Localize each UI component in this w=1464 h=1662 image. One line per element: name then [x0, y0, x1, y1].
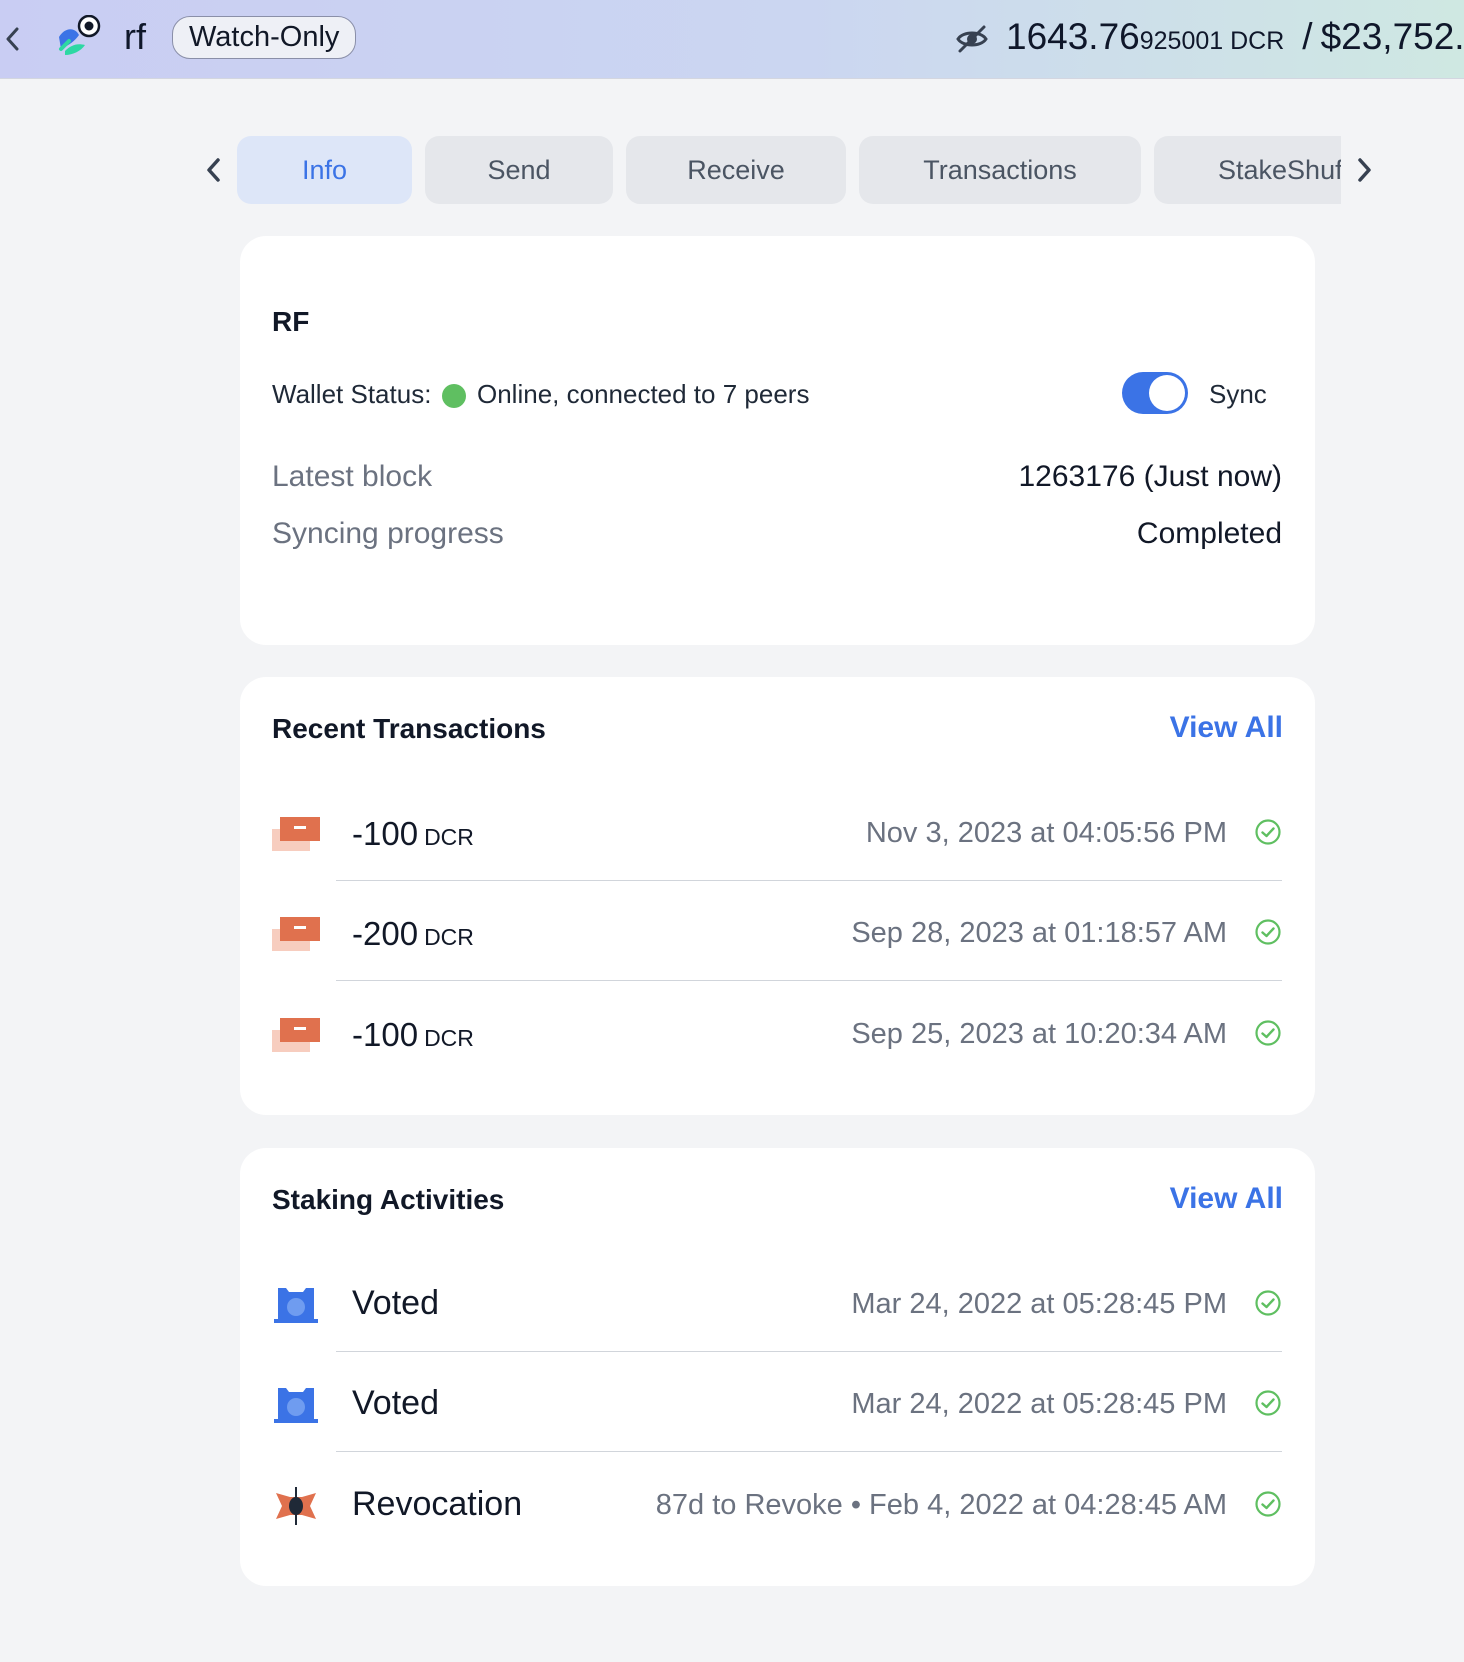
- amount-value: -200: [352, 915, 419, 952]
- confirmed-check-icon: [1255, 819, 1281, 845]
- balance-separator: /: [1302, 16, 1313, 57]
- staking-row[interactable]: Voted Mar 24, 2022 at 05:28:45 PM: [272, 1352, 1282, 1452]
- row-divider: [336, 980, 1282, 981]
- tab-stakeshuffle[interactable]: StakeShuffle: [1154, 136, 1341, 204]
- staking-date: Mar 24, 2022 at 05:28:45 PM: [851, 1388, 1227, 1420]
- eye-off-icon[interactable]: [955, 22, 989, 56]
- amount-value: -100: [352, 1016, 419, 1053]
- total-balance: 1643.76925001 DCR /$23,752.4: [1006, 16, 1464, 58]
- balance-main: 1643.76: [1006, 16, 1140, 57]
- tabs-scroll-right-button[interactable]: [1350, 154, 1380, 186]
- transaction-amount: -100 DCR: [352, 815, 474, 853]
- sync-toggle-knob: [1149, 375, 1185, 411]
- tab-receive[interactable]: Receive: [626, 136, 846, 204]
- transaction-date: Sep 25, 2023 at 10:20:34 AM: [851, 1018, 1227, 1050]
- wallet-status-row: Wallet Status: Online, connected to 7 pe…: [272, 371, 1282, 421]
- confirmed-check-icon: [1255, 1290, 1281, 1316]
- amount-value: -100: [352, 815, 419, 852]
- transaction-date: Nov 3, 2023 at 04:05:56 PM: [865, 817, 1227, 849]
- view-all-staking-link[interactable]: View All: [1170, 1182, 1283, 1216]
- tabs-strip: Info Send Receive Transactions StakeShuf…: [237, 136, 1341, 204]
- transaction-amount: -100 DCR: [352, 1016, 474, 1054]
- syncing-progress-value: Completed: [1136, 517, 1282, 550]
- balance-decimals: 925001 DCR: [1139, 27, 1285, 55]
- wallet-name: rf: [124, 16, 146, 57]
- chevron-right-icon: [1358, 158, 1371, 182]
- row-divider: [336, 1451, 1282, 1452]
- watch-only-wallet-icon: [59, 15, 101, 55]
- recent-transactions-card: Recent Transactions View All -100 DCR Nov…: [240, 677, 1315, 1115]
- confirmed-check-icon: [1255, 1020, 1281, 1046]
- latest-block-row: Latest block 1263176 (Just now): [272, 460, 1282, 500]
- wallet-card-title: RF: [272, 306, 310, 337]
- transaction-row[interactable]: -100 DCR Nov 3, 2023 at 04:05:56 PM: [272, 781, 1282, 881]
- staking-activities-title: Staking Activities: [272, 1184, 505, 1215]
- tab-send[interactable]: Send: [425, 136, 613, 204]
- revoke-icon: [276, 1487, 316, 1525]
- amount-unit: DCR: [424, 1025, 474, 1051]
- wallet-status-text: Online, connected to 7 peers: [477, 379, 810, 409]
- transaction-date: Sep 28, 2023 at 01:18:57 AM: [851, 917, 1227, 949]
- sync-toggle[interactable]: [1122, 372, 1188, 414]
- transaction-row[interactable]: -100 DCR Sep 25, 2023 at 10:20:34 AM: [272, 982, 1282, 1082]
- wallet-tabs: Info Send Receive Transactions StakeShuf…: [0, 136, 1464, 204]
- watch-only-badge: Watch-Only: [172, 16, 357, 59]
- transaction-row[interactable]: -200 DCR Sep 28, 2023 at 01:18:57 AM: [272, 881, 1282, 981]
- wallet-info-card: RF Wallet Status: Online, connected to 7…: [240, 236, 1315, 645]
- chevron-left-icon: [207, 158, 220, 182]
- amount-unit: DCR: [424, 924, 474, 950]
- tabs-scroll-left-button[interactable]: [198, 154, 228, 186]
- chevron-left-icon: [6, 27, 19, 51]
- staking-date: 87d to Revoke • Feb 4, 2022 at 04:28:45 …: [655, 1489, 1227, 1521]
- send-icon: [272, 817, 320, 851]
- send-icon: [272, 917, 320, 951]
- staking-row[interactable]: Revocation 87d to Revoke • Feb 4, 2022 a…: [272, 1453, 1282, 1553]
- staking-date: Mar 24, 2022 at 05:28:45 PM: [851, 1288, 1227, 1320]
- recent-transactions-title: Recent Transactions: [272, 713, 546, 744]
- latest-block-value: 1263176 (Just now): [1018, 460, 1283, 493]
- amount-unit: DCR: [424, 824, 474, 850]
- view-all-transactions-link[interactable]: View All: [1170, 711, 1283, 745]
- staking-activities-card: Staking Activities View All Voted Mar 24…: [240, 1148, 1315, 1586]
- sync-label: Sync: [1209, 379, 1267, 409]
- confirmed-check-icon: [1255, 1390, 1281, 1416]
- balance-usd: $23,752.4: [1320, 16, 1464, 57]
- confirmed-check-icon: [1255, 1491, 1281, 1517]
- staking-label: Voted: [352, 1384, 439, 1422]
- vote-icon: [274, 1388, 318, 1423]
- tab-transactions[interactable]: Transactions: [859, 136, 1141, 204]
- tab-info[interactable]: Info: [237, 136, 412, 204]
- online-status-dot: [442, 384, 466, 408]
- staking-row[interactable]: Voted Mar 24, 2022 at 05:28:45 PM: [272, 1252, 1282, 1352]
- latest-block-label: Latest block: [272, 460, 433, 493]
- confirmed-check-icon: [1255, 919, 1281, 945]
- staking-label: Voted: [352, 1284, 439, 1322]
- transaction-amount: -200 DCR: [352, 915, 474, 953]
- back-button[interactable]: [2, 24, 22, 54]
- syncing-progress-row: Syncing progress Completed: [272, 517, 1282, 557]
- wallet-status-label: Wallet Status:: [272, 379, 432, 409]
- vote-icon: [274, 1288, 318, 1323]
- staking-label: Revocation: [352, 1485, 523, 1523]
- send-icon: [272, 1018, 320, 1052]
- syncing-progress-label: Syncing progress: [272, 517, 504, 550]
- top-bar: rf Watch-Only 1643.76925001 DCR / $23,752.…: [0, 0, 1464, 79]
